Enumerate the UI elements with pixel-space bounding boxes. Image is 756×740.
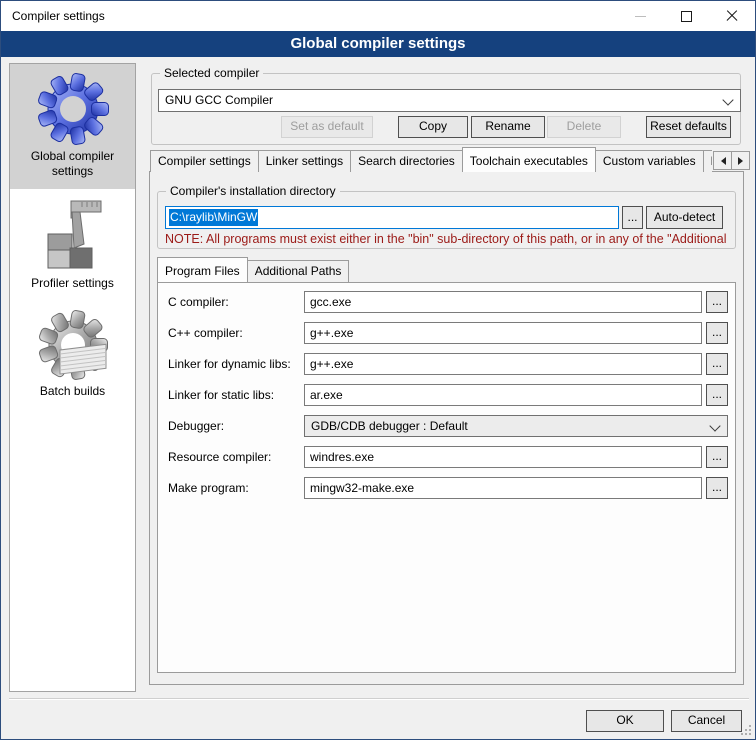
blue-gear-icon bbox=[12, 73, 133, 145]
reset-defaults-button[interactable]: Reset defaults bbox=[646, 116, 731, 138]
set-as-default-button: Set as default bbox=[281, 116, 373, 138]
sidebar-item-label: Global compiler settings bbox=[12, 149, 133, 179]
maximize-icon bbox=[681, 11, 692, 22]
tab-scroll-left-button[interactable] bbox=[713, 151, 732, 170]
browse-button-linker-for-dynamic-libs[interactable]: ... bbox=[706, 353, 728, 375]
copy-button[interactable]: Copy bbox=[398, 116, 468, 138]
field-label-linker-for-dynamic-libs: Linker for dynamic libs: bbox=[168, 357, 291, 371]
chevron-down-icon bbox=[709, 420, 720, 431]
browse-button-make-program[interactable]: ... bbox=[706, 477, 728, 499]
tab-custom-variables[interactable]: Custom variables bbox=[595, 150, 704, 172]
field-label-make-program: Make program: bbox=[168, 481, 249, 495]
window-title: Compiler settings bbox=[12, 9, 105, 23]
ok-button[interactable]: OK bbox=[586, 710, 664, 732]
footer-divider bbox=[9, 698, 749, 700]
field-label-debugger: Debugger: bbox=[168, 419, 224, 433]
browse-button-linker-for-static-libs[interactable]: ... bbox=[706, 384, 728, 406]
program-files-panel: C compiler: gcc.exe... C++ compiler: g++.ex… bbox=[157, 282, 736, 673]
debugger-dropdown[interactable]: GDB/CDB debugger : Default bbox=[304, 415, 728, 437]
settings-category-list: Global compiler settings Profiler settin… bbox=[9, 63, 136, 692]
sidebar-item-label: Batch builds bbox=[12, 384, 133, 399]
tab-linker-settings[interactable]: Linker settings bbox=[258, 150, 351, 172]
field-input-make-program[interactable]: mingw32-make.exe bbox=[304, 477, 702, 499]
rename-button[interactable]: Rename bbox=[471, 116, 545, 138]
browse-button-resource-compiler[interactable]: ... bbox=[706, 446, 728, 468]
browse-directory-button[interactable]: ... bbox=[622, 206, 643, 229]
field-input-c-compiler[interactable]: g++.exe bbox=[304, 322, 702, 344]
tab-search-directories[interactable]: Search directories bbox=[350, 150, 463, 172]
maximize-button[interactable] bbox=[663, 1, 709, 31]
field-label-c-compiler: C compiler: bbox=[168, 295, 229, 309]
selected-compiler-value: GNU GCC Compiler bbox=[165, 93, 273, 107]
sidebar-item-profiler-settings[interactable]: Profiler settings bbox=[10, 189, 135, 301]
field-input-linker-for-dynamic-libs[interactable]: g++.exe bbox=[304, 353, 702, 375]
tab-toolchain-executables[interactable]: Toolchain executables bbox=[462, 147, 596, 172]
browse-button-c-compiler[interactable]: ... bbox=[706, 291, 728, 313]
minimize-icon bbox=[635, 16, 646, 17]
page-title: Global compiler settings bbox=[1, 31, 755, 57]
debugger-value: GDB/CDB debugger : Default bbox=[311, 419, 468, 433]
field-label-linker-for-static-libs: Linker for static libs: bbox=[168, 388, 274, 402]
field-label-resource-compiler: Resource compiler: bbox=[168, 450, 271, 464]
caliper-icon bbox=[12, 198, 133, 272]
settings-tab-bar: Compiler settingsLinker settingsSearch d… bbox=[150, 147, 712, 172]
sidebar-item-label: Profiler settings bbox=[12, 276, 133, 291]
field-input-linker-for-static-libs[interactable]: ar.exe bbox=[304, 384, 702, 406]
close-icon bbox=[726, 10, 738, 22]
selected-compiler-dropdown[interactable]: GNU GCC Compiler bbox=[158, 89, 741, 112]
delete-button: Delete bbox=[547, 116, 621, 138]
installation-directory-input[interactable]: C:\raylib\MinGW bbox=[165, 206, 619, 229]
field-input-c-compiler[interactable]: gcc.exe bbox=[304, 291, 702, 313]
field-input-resource-compiler[interactable]: windres.exe bbox=[304, 446, 702, 468]
compiler-settings-dialog: Compiler settings Global compiler settin… bbox=[0, 0, 756, 740]
sidebar-item-batch-builds[interactable]: Batch builds bbox=[10, 301, 135, 409]
sidebar-item-global-compiler-settings[interactable]: Global compiler settings bbox=[10, 64, 135, 189]
minimize-button[interactable] bbox=[617, 1, 663, 31]
tab-build[interactable]: Build bbox=[703, 150, 712, 172]
cancel-button[interactable]: Cancel bbox=[671, 710, 742, 732]
resize-grip-icon[interactable] bbox=[741, 725, 751, 735]
installation-directory-selected-text: C:\raylib\MinGW bbox=[169, 209, 258, 226]
title-bar[interactable]: Compiler settings bbox=[1, 1, 755, 31]
installation-directory-group-label: Compiler's installation directory bbox=[166, 184, 340, 198]
selected-compiler-group-label: Selected compiler bbox=[160, 66, 263, 80]
arrow-right-icon bbox=[738, 157, 747, 165]
directory-note-text: NOTE: All programs must exist either in … bbox=[165, 232, 737, 246]
tab-scroll-right-button[interactable] bbox=[731, 151, 750, 170]
browse-button-c-compiler[interactable]: ... bbox=[706, 322, 728, 344]
tab-compiler-settings[interactable]: Compiler settings bbox=[150, 150, 259, 172]
field-label-c-compiler: C++ compiler: bbox=[168, 326, 243, 340]
tab-program-files[interactable]: Program Files bbox=[157, 257, 248, 282]
paths-tab-bar: Program FilesAdditional Paths bbox=[157, 257, 557, 282]
tab-additional-paths[interactable]: Additional Paths bbox=[247, 260, 350, 282]
chevron-down-icon bbox=[722, 94, 733, 105]
close-button[interactable] bbox=[709, 1, 755, 31]
arrow-left-icon bbox=[717, 157, 726, 165]
gray-gear-stack-icon bbox=[12, 310, 133, 380]
auto-detect-button[interactable]: Auto-detect bbox=[646, 206, 723, 229]
